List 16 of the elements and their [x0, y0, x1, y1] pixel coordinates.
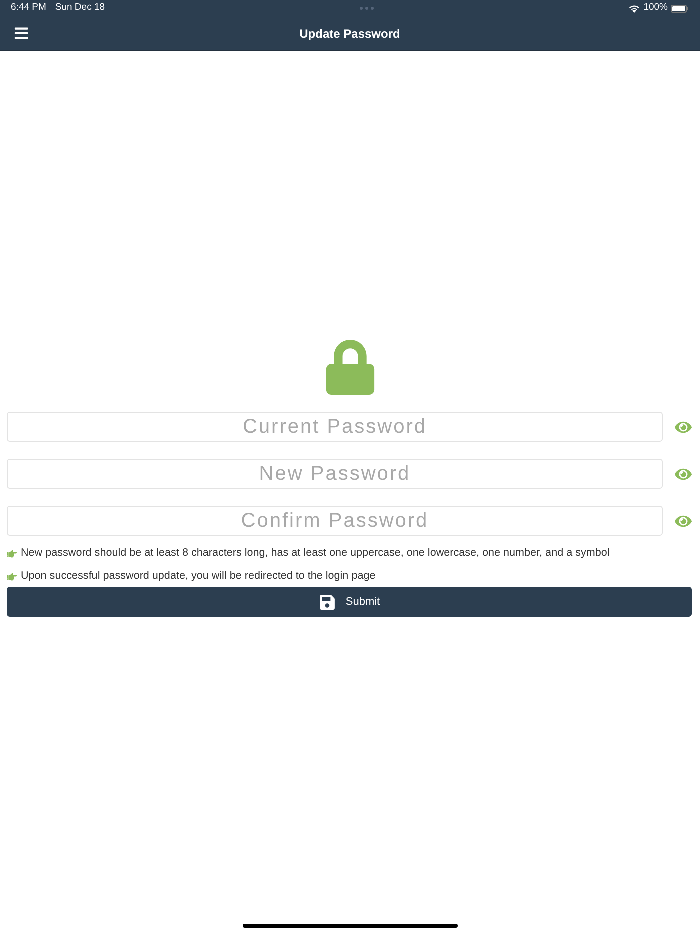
pointing-hand-icon — [7, 572, 17, 582]
password-field[interactable]: Confirm Password — [7, 506, 663, 536]
password-field[interactable]: Current Password — [7, 412, 663, 442]
multitasking-dots-icon — [360, 7, 374, 10]
status-time: 6:44 PM — [11, 1, 46, 16]
submit-button[interactable]: Submit — [7, 587, 692, 617]
battery-percent: 100% — [644, 1, 668, 16]
pointing-hand-icon — [7, 548, 17, 558]
menu-icon[interactable] — [14, 26, 29, 41]
battery-icon — [671, 4, 689, 12]
wifi-icon — [628, 4, 640, 12]
password-field[interactable]: New Password — [7, 459, 663, 489]
hint-text: New password should be at least 8 characters long, has at least one uppercase, one lowercase, one number, and a symbol — [21, 546, 610, 562]
hint-text: Upon successful password update, you will be redirected to the login page — [21, 569, 376, 584]
page-title: Update Password — [300, 26, 400, 42]
status-date: Sun Dec 18 — [55, 1, 106, 16]
